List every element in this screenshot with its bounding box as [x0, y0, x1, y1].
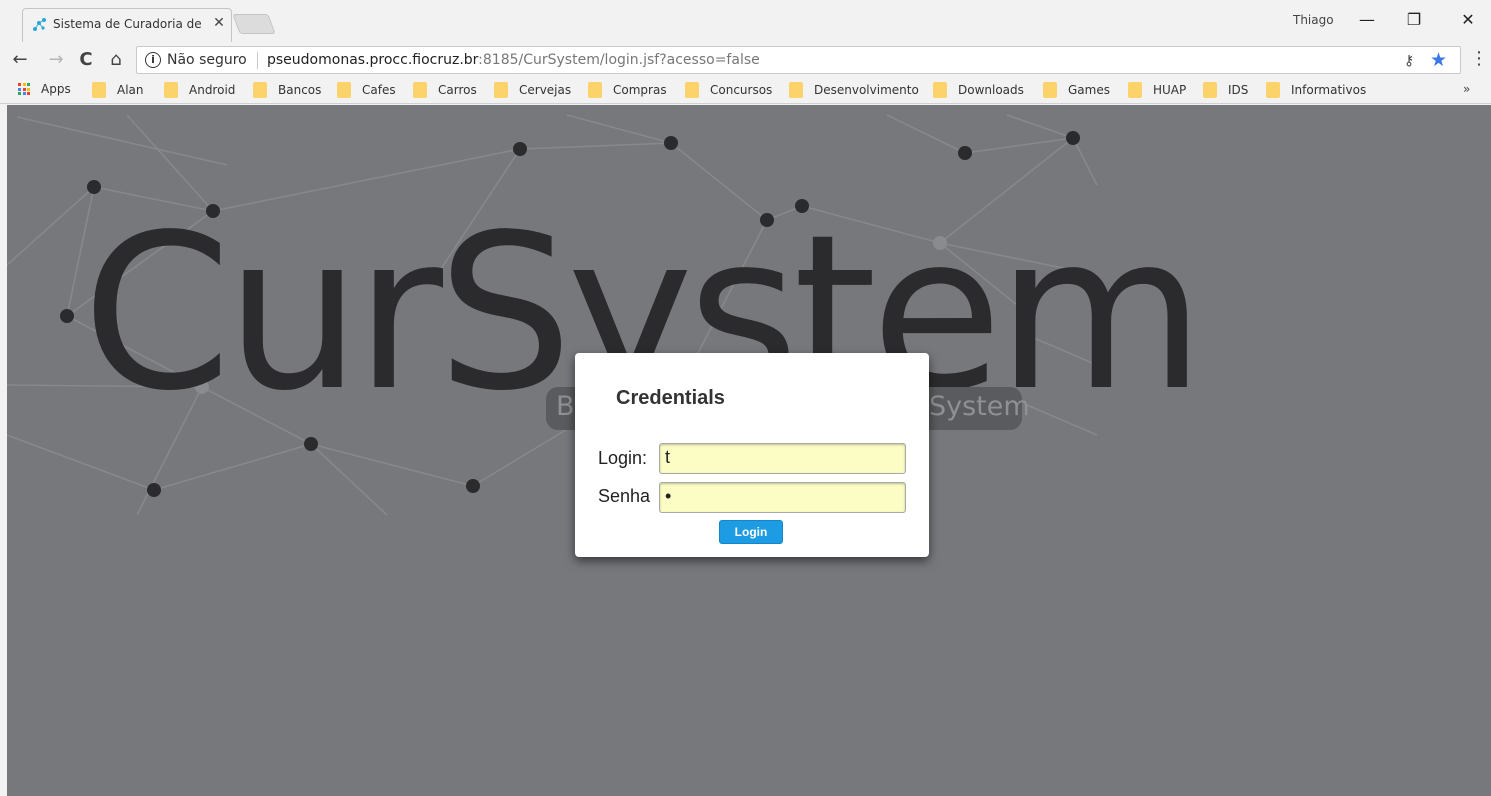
tab-close-icon[interactable]: ✕ — [211, 15, 227, 31]
folder-icon — [588, 82, 602, 98]
browser-toolbar: ← → C ⌂ i Não seguro pseudomonas.procc.f… — [0, 42, 1491, 78]
bookmark-label: Alan — [117, 83, 144, 97]
bookmark-label: Cervejas — [519, 83, 572, 97]
folder-icon — [1128, 82, 1142, 98]
bookmark-label: IDS — [1228, 83, 1249, 97]
url-host: pseudomonas.procc.fiocruz.br — [267, 52, 479, 68]
new-tab-button[interactable] — [232, 14, 276, 34]
password-label: Senha — [598, 486, 651, 506]
bookmark-folder-carros[interactable]: Carros — [413, 82, 477, 98]
back-icon[interactable]: ← — [8, 48, 32, 72]
page-viewport: CurSystem B System Credentials Login: t … — [7, 105, 1491, 796]
bookmark-label: Carros — [438, 83, 477, 97]
bookmark-folder-compras[interactable]: Compras — [588, 82, 667, 98]
url-path: :8185/CurSystem/login.jsf?acesso=false — [478, 52, 760, 68]
password-input[interactable]: • — [659, 482, 906, 513]
folder-icon — [253, 82, 267, 98]
bookmark-label: Compras — [613, 83, 667, 97]
login-input[interactable]: t — [659, 443, 906, 474]
home-icon[interactable]: ⌂ — [104, 48, 128, 72]
bookmark-label: Games — [1068, 83, 1110, 97]
bookmark-label: Concursos — [710, 83, 773, 97]
bookmark-folder-bancos[interactable]: Bancos — [253, 82, 321, 98]
bookmarks-overflow-icon[interactable]: » — [1463, 82, 1470, 96]
bookmark-folder-desenvolvimento[interactable]: Desenvolvimento — [789, 82, 919, 98]
browser-titlebar: Sistema de Curadoria de ✕ Thiago — ❐ ✕ — [0, 0, 1491, 42]
browser-tab[interactable]: Sistema de Curadoria de ✕ — [22, 8, 232, 42]
folder-icon — [494, 82, 508, 98]
login-label: Login: — [598, 448, 648, 468]
credentials-dialog: Credentials Login: t Senha • Login — [575, 353, 929, 557]
url-text[interactable]: pseudomonas.procc.fiocruz.br:8185/CurSys… — [267, 52, 760, 68]
close-window-icon[interactable]: ✕ — [1448, 6, 1488, 34]
bookmark-label: HUAP — [1153, 83, 1187, 97]
folder-icon — [337, 82, 351, 98]
bookmark-folder-alan[interactable]: Alan — [92, 82, 144, 98]
profile-name[interactable]: Thiago — [1293, 13, 1334, 27]
browser-menu-icon[interactable]: ⋮ — [1470, 48, 1488, 69]
bookmarks-bar: Apps Alan Android Bancos Cafes Carros Ce… — [0, 78, 1491, 104]
tab-title: Sistema de Curadoria de — [53, 17, 201, 31]
bookmark-label: Apps — [41, 82, 71, 96]
bookmark-label: Android — [189, 83, 236, 97]
tagline-right-text: System — [929, 391, 1030, 422]
folder-icon — [92, 82, 106, 98]
bookmark-folder-ids[interactable]: IDS — [1203, 82, 1248, 98]
window-edge — [0, 105, 7, 796]
tagline-left-text: B — [556, 391, 575, 422]
bookmark-label: Informativos — [1291, 83, 1367, 97]
bookmark-folder-android[interactable]: Android — [164, 82, 235, 98]
forward-icon[interactable]: → — [44, 48, 68, 72]
bookmark-label: Downloads — [958, 83, 1024, 97]
restore-icon[interactable]: ❐ — [1394, 6, 1434, 34]
dialog-title: Credentials — [616, 387, 725, 409]
reload-icon[interactable]: C — [74, 48, 98, 72]
folder-icon — [1203, 82, 1217, 98]
folder-icon — [685, 82, 699, 98]
bookmark-folder-downloads[interactable]: Downloads — [933, 82, 1024, 98]
folder-icon — [933, 82, 947, 98]
bookmark-folder-informativos[interactable]: Informativos — [1266, 82, 1366, 98]
cursystem-favicon-icon — [33, 18, 46, 31]
bookmark-folder-huap[interactable]: HUAP — [1128, 82, 1186, 98]
folder-icon — [1043, 82, 1057, 98]
bookmark-folder-concursos[interactable]: Concursos — [685, 82, 772, 98]
bookmark-apps[interactable]: Apps — [18, 82, 71, 96]
info-icon[interactable]: i — [145, 52, 161, 68]
key-icon[interactable]: ⚷ — [1404, 53, 1414, 69]
folder-icon — [164, 82, 178, 98]
bookmark-folder-games[interactable]: Games — [1043, 82, 1110, 98]
bookmark-folder-cervejas[interactable]: Cervejas — [494, 82, 571, 98]
bookmark-star-icon[interactable]: ★ — [1430, 49, 1447, 71]
bookmark-label: Cafes — [362, 83, 396, 97]
bookmark-folder-cafes[interactable]: Cafes — [337, 82, 396, 98]
address-separator — [257, 52, 258, 69]
minimize-icon[interactable]: — — [1347, 6, 1387, 34]
address-bar[interactable]: i Não seguro pseudomonas.procc.fiocruz.b… — [136, 46, 1461, 74]
bookmark-label: Bancos — [278, 83, 322, 97]
bookmark-label: Desenvolvimento — [814, 83, 919, 97]
login-button[interactable]: Login — [719, 520, 783, 544]
apps-grid-icon — [18, 83, 30, 95]
security-indicator[interactable]: Não seguro — [167, 52, 247, 68]
folder-icon — [1266, 82, 1280, 98]
folder-icon — [413, 82, 427, 98]
folder-icon — [789, 82, 803, 98]
